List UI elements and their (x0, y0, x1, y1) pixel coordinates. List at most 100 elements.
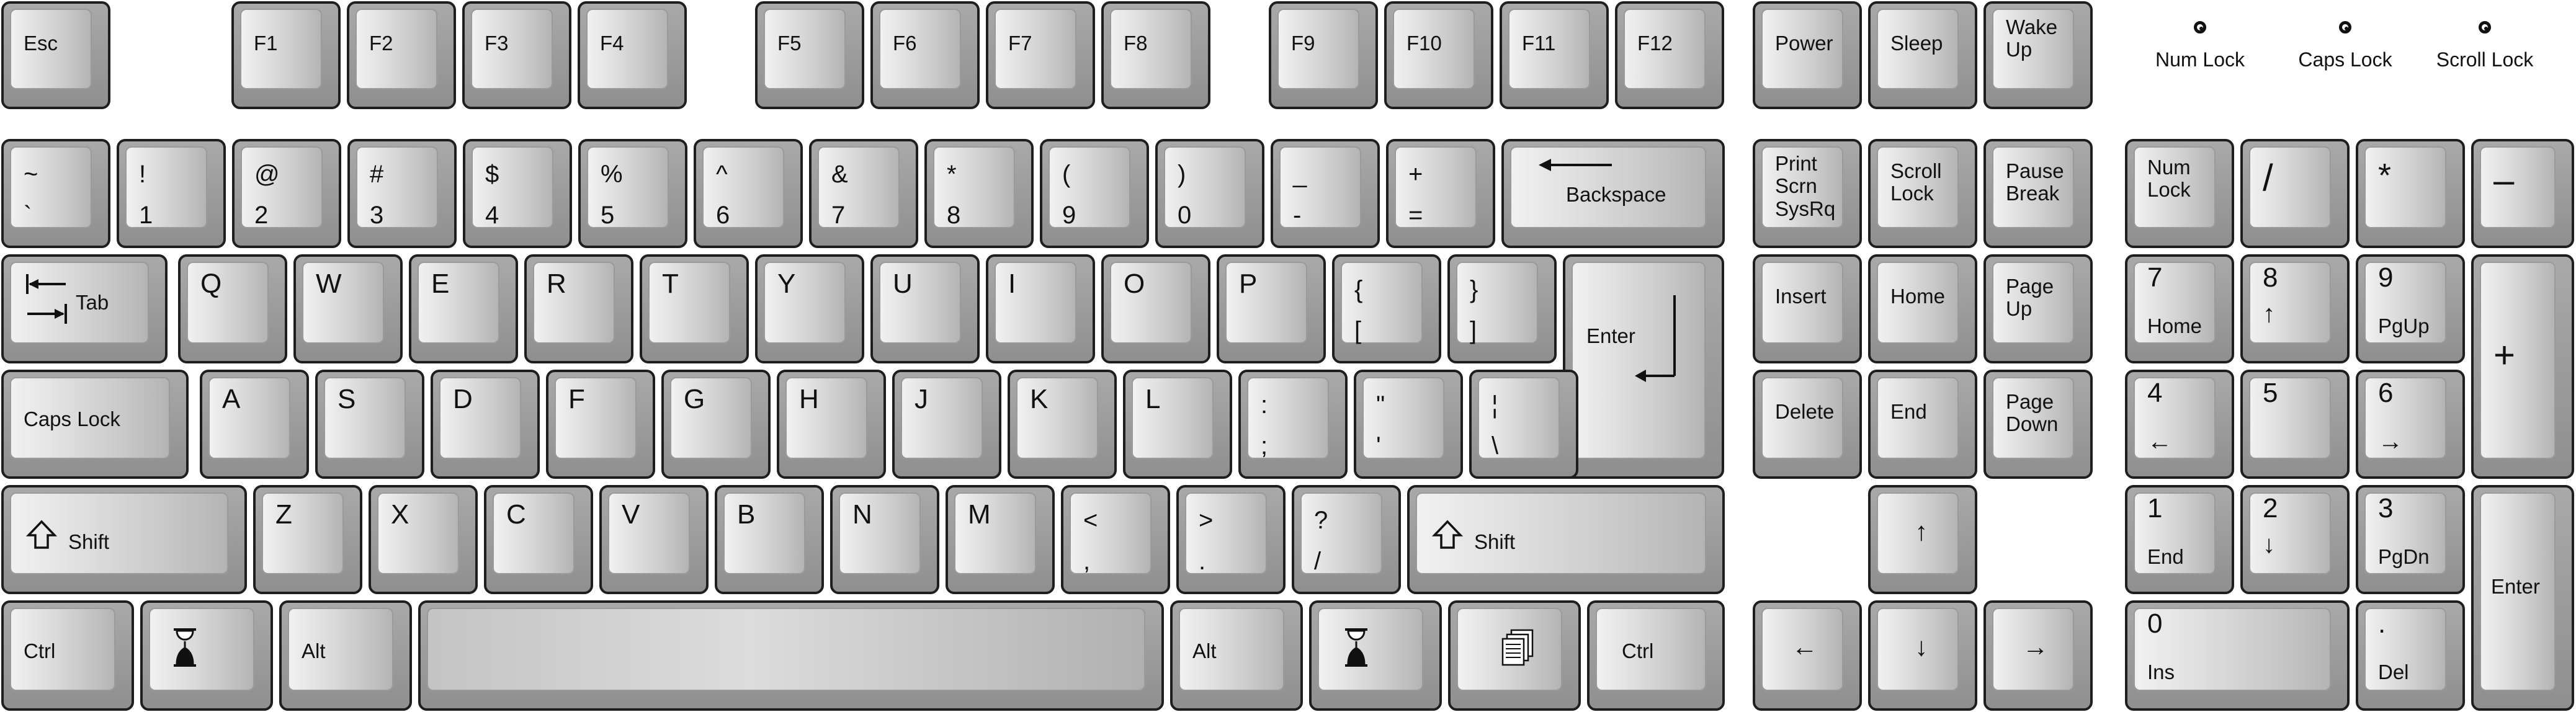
numpad-6-key[interactable]: 6 → (2356, 370, 2465, 479)
numpad-multiply-key[interactable]: * (2356, 139, 2465, 248)
f9-key[interactable]: F9 (1269, 1, 1378, 109)
numpad-4-key[interactable]: 4 ← (2125, 370, 2234, 479)
numpad-7-key[interactable]: 7 Home (2125, 254, 2234, 363)
f1-key[interactable]: F1 (231, 1, 341, 109)
key-m[interactable]: M (946, 485, 1055, 594)
key-8[interactable]: * 8 (924, 139, 1034, 248)
key-e[interactable]: E (409, 254, 518, 363)
key-p[interactable]: P (1217, 254, 1326, 363)
key-w[interactable]: W (293, 254, 403, 363)
f11-key[interactable]: F11 (1500, 1, 1609, 109)
arrow-left-key[interactable]: ← (1753, 600, 1862, 711)
left-windows-key[interactable] (140, 600, 273, 711)
scroll-lock-key[interactable]: Scroll Lock (1868, 139, 1977, 248)
numpad-9-key[interactable]: 9 PgUp (2356, 254, 2465, 363)
insert-key[interactable]: Insert (1753, 254, 1862, 363)
menu-key[interactable] (1448, 600, 1581, 711)
left-ctrl-key[interactable]: Ctrl (1, 600, 134, 711)
caps-lock-key[interactable]: Caps Lock (1, 370, 189, 479)
numpad-3-key[interactable]: 3 PgDn (2356, 485, 2465, 594)
key-v[interactable]: V (599, 485, 709, 594)
quote-key[interactable]: " ' (1354, 370, 1463, 479)
numpad-enter-key[interactable]: Enter (2471, 485, 2574, 711)
tilde-key[interactable]: ~ ` (1, 139, 110, 248)
numpad-minus-key[interactable]: – (2471, 139, 2574, 248)
key-a[interactable]: A (200, 370, 309, 479)
comma-key[interactable]: <, (1061, 485, 1170, 594)
semicolon-key[interactable]: :; (1238, 370, 1348, 479)
f3-key[interactable]: F3 (462, 1, 571, 109)
period-key[interactable]: >. (1176, 485, 1286, 594)
f4-key[interactable]: F4 (578, 1, 687, 109)
key-j[interactable]: J (892, 370, 1001, 479)
key-r[interactable]: R (524, 254, 633, 363)
key-s[interactable]: S (315, 370, 424, 479)
numpad-num-lock-key[interactable]: Num Lock (2125, 139, 2234, 248)
key-1[interactable]: ! 1 (117, 139, 226, 248)
backslash-key[interactable]: ¦ \ (1469, 370, 1578, 479)
esc-key[interactable]: Esc (1, 1, 110, 109)
arrow-down-key[interactable]: ↓ (1868, 600, 1977, 711)
key-7[interactable]: & 7 (809, 139, 918, 248)
sleep-key[interactable]: Sleep (1868, 1, 1977, 109)
key-2[interactable]: @2 (232, 139, 341, 248)
numpad-5-key[interactable]: 5 (2240, 370, 2350, 479)
close-brace-key[interactable]: }] (1447, 254, 1557, 363)
key-6[interactable]: ^ 6 (694, 139, 803, 248)
left-shift-key[interactable]: Shift (1, 485, 247, 594)
backspace-key[interactable]: Backspace (1501, 139, 1725, 248)
numpad-divide-key[interactable]: / (2240, 139, 2350, 248)
f6-key[interactable]: F6 (870, 1, 980, 109)
key-i[interactable]: I (986, 254, 1095, 363)
right-alt-key[interactable]: Alt (1170, 600, 1303, 711)
wake-up-key[interactable]: Wake Up (1983, 1, 2093, 109)
key-q[interactable]: Q (178, 254, 287, 363)
key-f[interactable]: F (546, 370, 655, 479)
key-0[interactable]: ) 0 (1155, 139, 1264, 248)
f12-key[interactable]: F12 (1615, 1, 1724, 109)
right-ctrl-key[interactable]: Ctrl (1587, 600, 1725, 711)
spacebar[interactable] (418, 600, 1164, 711)
key-z[interactable]: Z (253, 485, 362, 594)
key-u[interactable]: U (870, 254, 980, 363)
enter-key[interactable]: Enter (1563, 254, 1724, 479)
f2-key[interactable]: F2 (347, 1, 456, 109)
key-t[interactable]: T (640, 254, 749, 363)
key-x[interactable]: X (369, 485, 478, 594)
page-down-key[interactable]: Page Down (1983, 370, 2093, 479)
right-windows-key[interactable] (1309, 600, 1442, 711)
numpad-2-key[interactable]: 2 ↓ (2240, 485, 2350, 594)
right-shift-key[interactable]: Shift (1407, 485, 1725, 594)
arrow-up-key[interactable]: ↑ (1868, 485, 1977, 594)
open-brace-key[interactable]: {[ (1332, 254, 1441, 363)
key-n[interactable]: N (830, 485, 939, 594)
slash-key[interactable]: ? / (1292, 485, 1401, 594)
print-screen-key[interactable]: Print Scrn SysRq (1753, 139, 1862, 248)
page-up-key[interactable]: Page Up (1983, 254, 2093, 363)
numpad-1-key[interactable]: 1 End (2125, 485, 2234, 594)
key-c[interactable]: C (484, 485, 593, 594)
numpad-0-key[interactable]: 0 Ins (2125, 600, 2350, 711)
key-3[interactable]: #3 (347, 139, 457, 248)
numpad-8-key[interactable]: 8 ↑ (2240, 254, 2350, 363)
f10-key[interactable]: F10 (1384, 1, 1493, 109)
key-9[interactable]: (9 (1040, 139, 1149, 248)
f7-key[interactable]: F7 (986, 1, 1095, 109)
key-k[interactable]: K (1008, 370, 1117, 479)
key-l[interactable]: L (1123, 370, 1232, 479)
minus-key[interactable]: _ - (1271, 139, 1380, 248)
key-o[interactable]: O (1101, 254, 1210, 363)
numpad-plus-key[interactable]: + (2471, 254, 2574, 479)
numpad-decimal-key[interactable]: . Del (2356, 600, 2465, 711)
end-key[interactable]: End (1868, 370, 1977, 479)
key-d[interactable]: D (431, 370, 540, 479)
f5-key[interactable]: F5 (755, 1, 864, 109)
home-key[interactable]: Home (1868, 254, 1977, 363)
pause-break-key[interactable]: Pause Break (1983, 139, 2093, 248)
equals-key[interactable]: + = (1386, 139, 1495, 248)
key-5[interactable]: % 5 (578, 139, 687, 248)
left-alt-key[interactable]: Alt (279, 600, 412, 711)
key-b[interactable]: B (715, 485, 824, 594)
key-h[interactable]: H (777, 370, 886, 479)
key-g[interactable]: G (661, 370, 771, 479)
